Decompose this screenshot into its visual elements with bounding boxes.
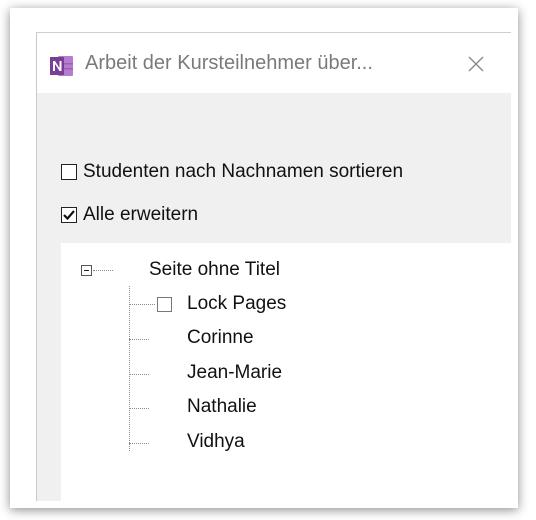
tree-root-label[interactable]: Seite ohne Titel: [149, 259, 280, 281]
checkmark-icon: [63, 210, 75, 221]
student-tree: Seite ohne Titel Lock Pages Corinne Jean…: [61, 243, 511, 501]
tree-connector: [129, 408, 149, 409]
tree-item-student[interactable]: Corinne: [187, 327, 254, 349]
tree-connector: [93, 270, 113, 271]
close-button[interactable]: [461, 49, 491, 79]
onenote-icon: [49, 54, 75, 78]
lock-pages-label: Lock Pages: [187, 293, 287, 314]
sort-by-lastname-label: Studenten nach Nachnamen sortieren: [83, 161, 404, 182]
close-icon: [468, 56, 484, 72]
tree-connector: [129, 304, 155, 305]
tree-item-student[interactable]: Jean-Marie: [187, 362, 282, 384]
tree-item-student[interactable]: Nathalie: [187, 396, 257, 418]
sort-by-lastname-option[interactable]: Studenten nach Nachnamen sortieren: [61, 159, 403, 185]
sort-by-lastname-checkbox[interactable]: [61, 164, 77, 180]
expand-all-label: Alle erweitern: [83, 204, 199, 225]
lock-pages-checkbox[interactable]: [157, 297, 172, 312]
tree-connector: [129, 443, 149, 444]
title-bar: Arbeit der Kursteilnehmer über...: [37, 33, 511, 93]
collapse-icon[interactable]: [81, 265, 92, 276]
expand-all-option[interactable]: Alle erweitern: [61, 202, 198, 228]
tree-item-student[interactable]: Vidhya: [187, 431, 245, 453]
tree-connector: [129, 374, 149, 375]
dialog-window: Arbeit der Kursteilnehmer über... Studen…: [36, 32, 511, 501]
tree-connector: [129, 339, 149, 340]
expand-all-checkbox[interactable]: [61, 207, 77, 223]
dialog-title: Arbeit der Kursteilnehmer über...: [85, 52, 373, 74]
tree-vertical-connector: [129, 286, 130, 451]
